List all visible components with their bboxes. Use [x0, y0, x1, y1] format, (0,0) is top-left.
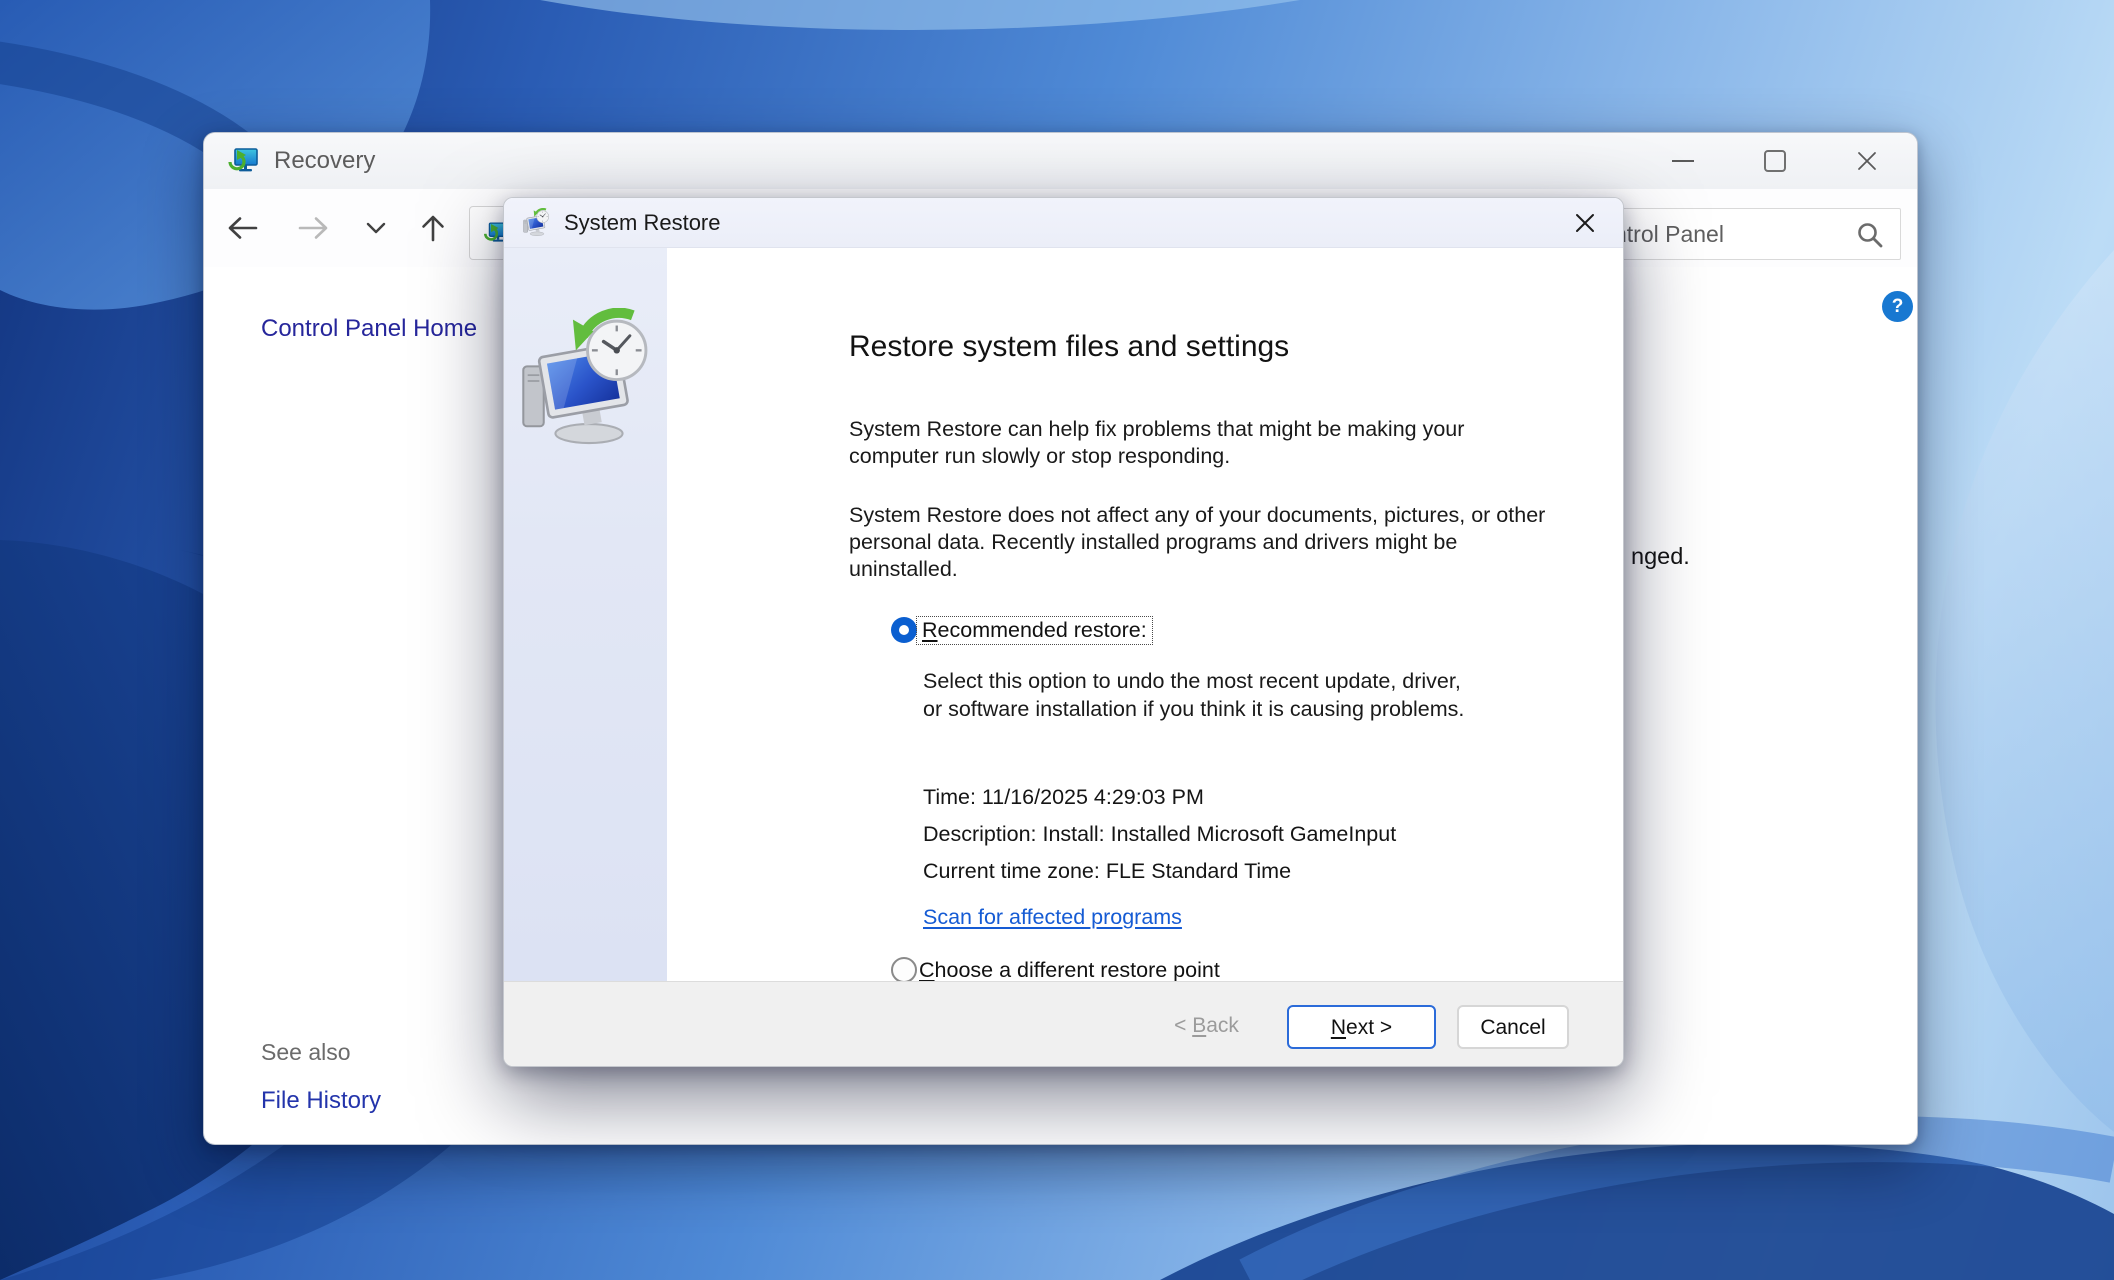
search-icon[interactable]: [1856, 221, 1884, 249]
cancel-button[interactable]: Cancel: [1457, 1005, 1569, 1049]
forward-nav-button[interactable]: [285, 189, 341, 267]
paragraph-detail-line3: uninstalled.: [849, 556, 1545, 583]
window-controls: [1637, 133, 1913, 189]
close-button[interactable]: [1821, 133, 1913, 189]
scan-affected-programs-link[interactable]: Scan for affected programs: [923, 905, 1182, 930]
dialog-close-button[interactable]: [1557, 198, 1613, 248]
paragraph-detail-line1: System Restore does not affect any of yo…: [849, 502, 1545, 529]
next-button[interactable]: Next >: [1287, 1005, 1436, 1049]
content-text-fragment: nged.: [1631, 543, 1690, 570]
label-text: ecommended restore:: [938, 618, 1147, 642]
paragraph-intro-line1: System Restore can help fix problems tha…: [849, 416, 1464, 443]
paragraph-intro-line2: computer run slowly or stop responding.: [849, 443, 1464, 470]
cancel-label: Cancel: [1480, 1016, 1545, 1039]
up-nav-button[interactable]: [405, 189, 461, 267]
system-restore-dialog: System Restore: [503, 197, 1624, 1067]
label-text: hoose a different restore point: [935, 958, 1220, 982]
dialog-heading: Restore system files and settings: [849, 330, 1289, 364]
up-arrow-icon: [419, 212, 447, 244]
close-icon: [1856, 150, 1878, 172]
recommended-description-line2: or software installation if you think it…: [923, 695, 1464, 723]
access-key: B: [1192, 1014, 1206, 1037]
next-rest: ext >: [1346, 1016, 1392, 1039]
recommended-description: Select this option to undo the most rece…: [923, 667, 1464, 723]
access-key: N: [1331, 1016, 1346, 1039]
minimize-button[interactable]: [1637, 133, 1729, 189]
dialog-titlebar[interactable]: System Restore: [504, 198, 1623, 248]
help-button[interactable]: ?: [1882, 291, 1913, 322]
radio-recommended-label[interactable]: Recommended restore:: [916, 616, 1153, 645]
back-arrow-icon: [225, 214, 261, 242]
radio-recommended-restore[interactable]: [891, 617, 917, 643]
restore-point-description: Description: Install: Installed Microsof…: [923, 822, 1396, 847]
paragraph-detail-line2: personal data. Recently installed progra…: [849, 529, 1545, 556]
sidebar-item-file-history[interactable]: File History: [261, 1087, 381, 1115]
access-key: C: [919, 958, 935, 982]
recovery-titlebar[interactable]: Recovery: [204, 133, 1917, 189]
radio-choose-different[interactable]: [891, 957, 917, 983]
access-key: R: [922, 618, 938, 642]
recommended-description-line1: Select this option to undo the most rece…: [923, 667, 1464, 695]
dialog-footer: < Back Next > Cancel: [504, 981, 1623, 1066]
paragraph-detail: System Restore does not affect any of yo…: [849, 502, 1545, 583]
dialog-title: System Restore: [564, 210, 721, 236]
back-nav-button[interactable]: [215, 189, 271, 267]
recovery-window-title: Recovery: [274, 147, 375, 175]
see-also-heading: See also: [261, 1039, 351, 1066]
system-restore-icon: [522, 208, 552, 238]
recent-locations-button[interactable]: [348, 189, 404, 267]
maximize-button[interactable]: [1729, 133, 1821, 189]
restore-point-timezone: Current time zone: FLE Standard Time: [923, 859, 1291, 884]
back-prefix: <: [1174, 1014, 1192, 1037]
close-icon: [1573, 211, 1597, 235]
minimize-icon: [1672, 160, 1694, 162]
back-button[interactable]: < Back: [1132, 1005, 1281, 1049]
restore-point-time: Time: 11/16/2025 4:29:03 PM: [923, 785, 1204, 810]
sidebar-item-control-panel-home[interactable]: Control Panel Home: [261, 315, 477, 343]
dialog-body: Restore system files and settings System…: [504, 248, 1623, 981]
chevron-down-icon: [364, 220, 388, 236]
search-text-fragment: ntrol Panel: [1614, 221, 1724, 248]
maximize-icon: [1764, 150, 1786, 172]
dialog-sidebar: [504, 248, 667, 981]
search-input[interactable]: ntrol Panel: [1611, 208, 1901, 260]
paragraph-intro: System Restore can help fix problems tha…: [849, 416, 1464, 470]
radio-choose-different-label[interactable]: Choose a different restore point: [919, 958, 1220, 983]
recovery-app-icon: [226, 146, 260, 176]
system-restore-watermark: [516, 308, 662, 454]
forward-arrow-icon: [295, 214, 331, 242]
radio-selected-dot: [899, 625, 909, 635]
back-rest: ack: [1206, 1014, 1239, 1037]
help-question-glyph: ?: [1892, 296, 1904, 318]
